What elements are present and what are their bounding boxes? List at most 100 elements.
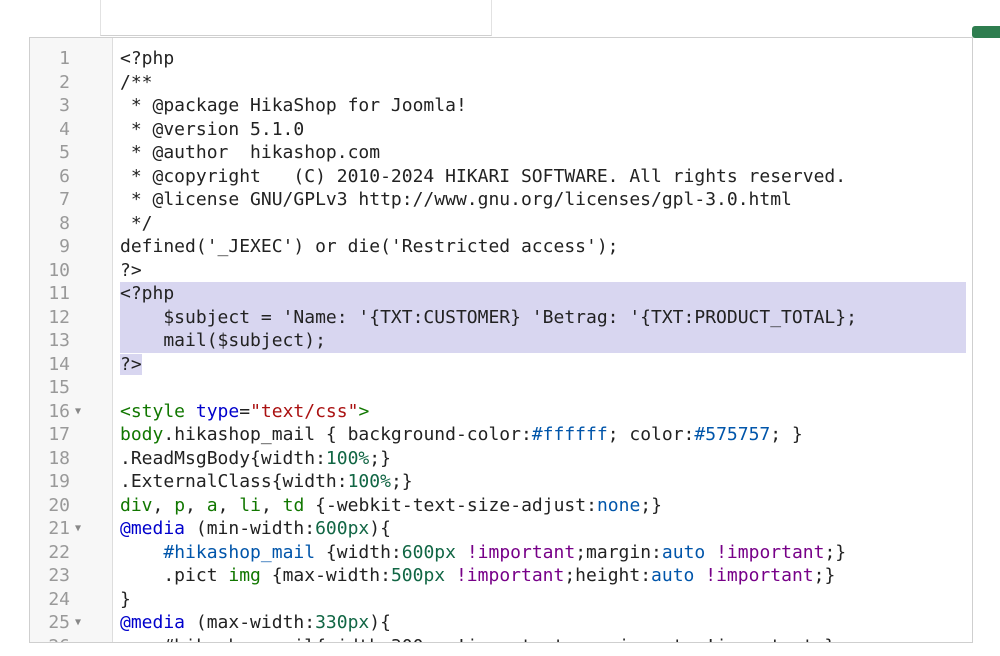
- line-number: 7: [59, 189, 70, 210]
- fold-toggle-icon[interactable]: ▼: [75, 400, 81, 424]
- code-line[interactable]: 1 <?php: [30, 47, 972, 71]
- code-line[interactable]: 5 * @author hikashop.com: [30, 141, 972, 165]
- line-number: 15: [48, 377, 70, 398]
- line-number: 13: [48, 330, 70, 351]
- code-text[interactable]: mail($subject);: [120, 329, 966, 353]
- code-line[interactable]: 14 ?>: [30, 353, 972, 377]
- editor-tab[interactable]: [100, 0, 492, 36]
- code-line[interactable]: 3 * @package HikaShop for Joomla!: [30, 94, 972, 118]
- code-text[interactable]: * @author hikashop.com: [120, 141, 966, 165]
- code-line[interactable]: 24}: [30, 588, 972, 612]
- code-token: defined('_JEXEC') or die('Restricted acc…: [120, 236, 619, 257]
- code-line[interactable]: 9 defined('_JEXEC') or die('Restricted ac…: [30, 235, 972, 259]
- code-text[interactable]: $subject = 'Name: '{TXT:CUSTOMER} 'Betra…: [120, 305, 966, 329]
- code-line[interactable]: 17 body.hikashop_mail { background-color:…: [30, 423, 972, 447]
- code-text[interactable]: #hikashop_mail {width:600px !important;m…: [120, 541, 966, 565]
- code-text[interactable]: defined('_JEXEC') or die('Restricted acc…: [120, 235, 966, 259]
- code-line[interactable]: 25 ▼ @media (max-width:330px){: [30, 611, 972, 635]
- code-token: * @copyright (C) 2010-2024 HIKARI SOFTWA…: [120, 165, 847, 187]
- code-text[interactable]: /**: [120, 71, 966, 95]
- code-text[interactable]: @media (max-width:330px){: [120, 611, 966, 635]
- code-token: #hikashop_mail: [163, 541, 316, 563]
- line-number: 26: [30, 635, 70, 643]
- fold-toggle-icon[interactable]: ▼: [75, 611, 81, 635]
- code-text[interactable]: <?php: [120, 47, 966, 71]
- code-token: ;}: [369, 447, 391, 469]
- line-number: 19: [48, 471, 70, 492]
- code-text[interactable]: .ReadMsgBody{width:100%;}: [120, 447, 966, 471]
- code-text[interactable]: <?php: [120, 282, 966, 306]
- code-token: ,: [260, 494, 283, 516]
- code-line[interactable]: 21 ▼ @media (min-width:600px){: [30, 517, 972, 541]
- code-text[interactable]: }: [120, 588, 966, 612]
- code-line[interactable]: 6 * @copyright (C) 2010-2024 HIKARI SOFT…: [30, 165, 972, 189]
- code-token: */: [120, 212, 153, 234]
- code-editor[interactable]: 1 <?php 2 /** 3 * @package HikaShop for Joom…: [29, 37, 973, 643]
- fold-toggle-icon[interactable]: ▼: [75, 517, 81, 541]
- code-token: auto: [661, 541, 706, 563]
- code-line[interactable]: 10 ?>: [30, 259, 972, 283]
- code-text[interactable]: ?>: [120, 259, 966, 283]
- code-line[interactable]: 11 <?php: [30, 282, 972, 306]
- code-token: * @package HikaShop for Joomla!: [120, 95, 467, 116]
- code-token: !important: [455, 565, 565, 586]
- code-text[interactable]: * @version 5.1.0: [120, 118, 966, 142]
- line-number: 4: [59, 118, 70, 140]
- code-token: <?php: [120, 283, 175, 304]
- line-number: 25: [48, 612, 70, 633]
- code-line[interactable]: 23 .pict img {max-width:500px !important…: [30, 564, 972, 588]
- code-token: ;}: [824, 541, 847, 563]
- code-line[interactable]: 12 $subject = 'Name: '{TXT:CUSTOMER} 'Be…: [30, 305, 972, 329]
- code-line[interactable]: 2 /**: [30, 71, 972, 95]
- line-number: 24: [48, 588, 70, 610]
- code-token: ?>: [120, 353, 142, 375]
- line-number: 2: [59, 71, 70, 93]
- code-line[interactable]: 20 div, p, a, li, td {-webkit-text-size-a…: [30, 494, 972, 518]
- code-token: .pict: [120, 565, 229, 586]
- code-line[interactable]: 22 #hikashop_mail {width:600px !importan…: [30, 541, 972, 565]
- line-number: 10: [48, 259, 70, 281]
- code-text[interactable]: [120, 376, 966, 400]
- code-token: {width:: [315, 541, 402, 563]
- code-token: $subject = 'Name: '{TXT:CUSTOMER} 'Betra…: [120, 306, 857, 328]
- code-token: 100%: [347, 471, 391, 492]
- line-number: 14: [48, 353, 70, 375]
- code-line[interactable]: 26 #hikashop_mail{width:300px !important…: [30, 635, 972, 643]
- line-number: 11: [48, 283, 70, 304]
- code-text[interactable]: #hikashop_mail{width:300px !important;ma…: [120, 635, 966, 643]
- code-token: }: [120, 588, 131, 610]
- code-text[interactable]: body.hikashop_mail { background-color:#f…: [120, 423, 966, 447]
- code-text[interactable]: @media (min-width:600px){: [120, 517, 966, 541]
- code-token: p: [174, 494, 186, 516]
- code-token: !important: [716, 541, 825, 563]
- code-line[interactable]: 8 */: [30, 212, 972, 236]
- code-text[interactable]: * @copyright (C) 2010-2024 HIKARI SOFTWA…: [120, 165, 966, 189]
- line-number: 9: [59, 236, 70, 257]
- code-token: ;}: [390, 471, 413, 492]
- code-text[interactable]: * @package HikaShop for Joomla!: [120, 94, 966, 118]
- code-token: body: [120, 424, 164, 445]
- code-text[interactable]: */: [120, 212, 966, 236]
- code-text[interactable]: .ExternalClass{width:100%;}: [120, 470, 966, 494]
- code-token: ;}: [813, 565, 836, 586]
- code-token: div: [120, 494, 153, 516]
- code-text[interactable]: div, p, a, li, td {-webkit-text-size-adj…: [120, 494, 966, 518]
- code-line[interactable]: 13 mail($subject);: [30, 329, 972, 353]
- code-line[interactable]: 4 * @version 5.1.0: [30, 118, 972, 142]
- code-line[interactable]: 16 ▼ <style type="text/css">: [30, 400, 972, 424]
- line-number: 16: [48, 400, 70, 422]
- code-text[interactable]: * @license GNU/GPLv3 http://www.gnu.org/…: [120, 188, 966, 212]
- code-line[interactable]: 19 .ExternalClass{width:100%;}: [30, 470, 972, 494]
- code-text[interactable]: ?>: [120, 353, 966, 377]
- code-token: .ReadMsgBody{width:: [120, 447, 326, 469]
- code-text[interactable]: .pict img {max-width:500px !important;he…: [120, 564, 966, 588]
- code-line[interactable]: 7 * @license GNU/GPLv3 http://www.gnu.or…: [30, 188, 972, 212]
- code-text[interactable]: <style type="text/css">: [120, 400, 966, 424]
- code-line[interactable]: 18 .ReadMsgBody{width:100%;}: [30, 447, 972, 471]
- code-token: (min-width:: [185, 518, 316, 539]
- code-line[interactable]: 15: [30, 376, 972, 400]
- code-lines[interactable]: 1 <?php 2 /** 3 * @package HikaShop for Joom…: [30, 47, 972, 643]
